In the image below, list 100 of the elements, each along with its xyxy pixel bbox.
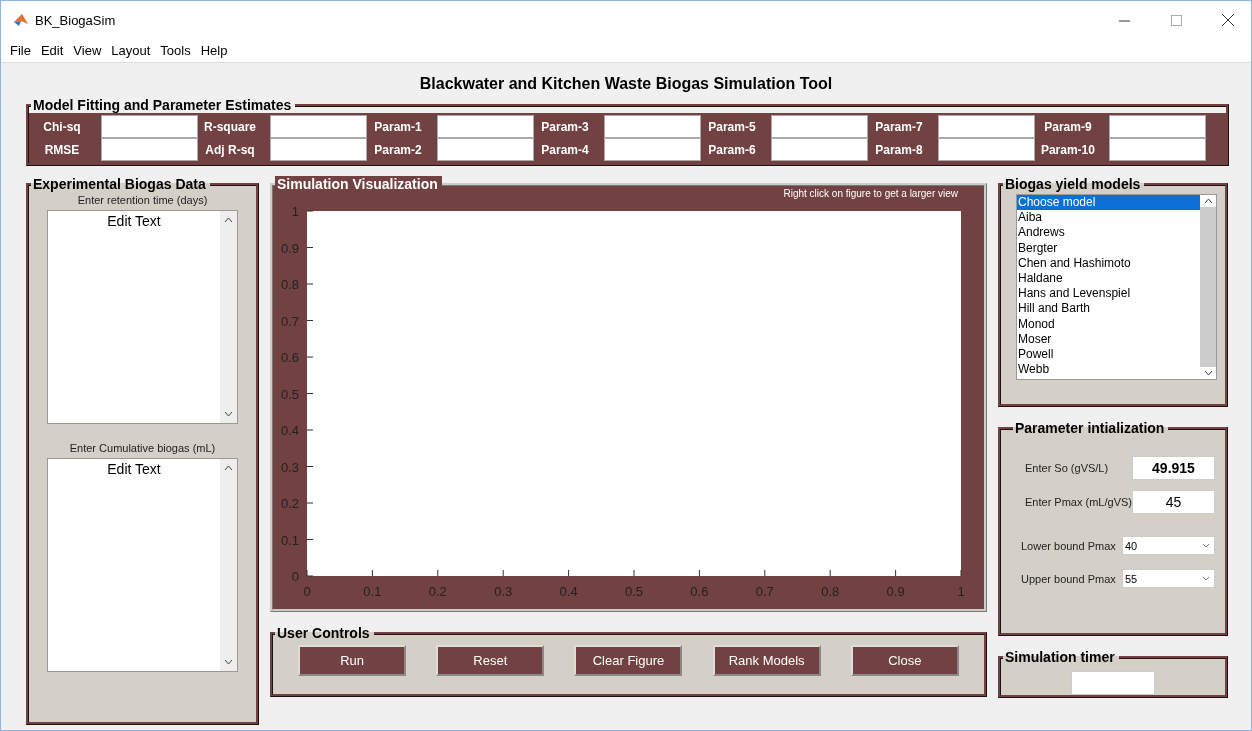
y-tick-label: 0.6 [280,350,299,365]
field-label: Param-9 [1043,119,1093,134]
model-list[interactable]: Choose model Aiba Andrews Bergter Chen and Hashimoto Haldane Hans and Levenspiel Hill and Barth Monod Moser Powell Webb [1016,194,1217,380]
x-tick [502,569,504,577]
x-tick [829,569,831,577]
action-button[interactable]: Reset [436,645,545,676]
y-tick [306,539,314,540]
field-label: Chi-sq [42,119,82,134]
y-tick-label: 0.3 [280,459,299,475]
field-label: Lower bound Pmax [1020,539,1116,552]
input-field[interactable]: 45 [1132,490,1215,514]
list-item[interactable]: Webb [1017,362,1200,378]
list-item[interactable]: Hill and Barth [1017,301,1200,317]
input-field[interactable] [437,115,534,138]
y-tick-label: 0.9 [280,240,299,256]
list-item[interactable]: Choose model [1017,195,1200,211]
x-tick [306,569,308,577]
menu-item[interactable]: View [68,43,107,58]
y-tick-label: 0.7 [280,313,299,329]
x-tick-label: 0.7 [755,584,774,599]
input-field[interactable]: 49.915 [1132,456,1215,480]
field-label: Enter Cumulative biogas (mL) [69,442,216,454]
hint-text: Right click on figure to get a larger view [782,188,959,199]
menu-item[interactable]: Help [195,43,233,58]
input-field[interactable] [770,138,868,161]
input-field[interactable] [437,138,534,161]
panel-title: User Controls [276,625,371,641]
scroll-up-icon [224,217,233,223]
text-area[interactable]: Edit Text [47,210,238,424]
field-label: RMSE [43,142,81,157]
dropdown[interactable]: 40 [1122,536,1215,555]
field-label: Param-8 [874,142,924,157]
menu-item[interactable]: Edit [35,43,69,58]
list-item[interactable]: Haldane [1017,270,1200,287]
timer-field[interactable] [1071,671,1155,695]
y-tick [306,466,314,467]
y-tick-label: 0.5 [280,386,299,402]
y-tick-label: 0.1 [280,532,299,548]
panel-title: Experimental Biogas Data [32,176,207,192]
x-tick [895,569,897,577]
action-button[interactable]: Rank Models [712,645,821,676]
close-icon [1222,14,1234,26]
caret-icon [1202,576,1210,581]
panel-title: Simulation timer [1004,649,1116,665]
field-label: Param-7 [874,119,924,134]
list-item[interactable]: Moser [1017,331,1200,347]
input-field[interactable] [770,115,868,138]
field-label: Param-5 [707,119,757,134]
y-tick [306,320,314,321]
action-button[interactable]: Run [298,645,407,676]
x-tick [764,569,766,577]
input-field[interactable] [937,115,1035,138]
field-label: Enter retention time (days) [77,194,208,206]
x-tick [568,569,570,577]
list-item[interactable]: Powell [1017,346,1200,363]
menu-item[interactable]: Tools [155,43,196,58]
input-field[interactable] [270,115,367,138]
field-label: Param-3 [540,119,590,134]
action-button[interactable]: Clear Figure [574,645,683,676]
list-item[interactable]: Aiba [1017,210,1200,226]
action-button[interactable]: Close [850,645,959,676]
y-tick [306,210,314,212]
scroll-down-icon [1203,370,1213,376]
panel-title: Model Fitting and Parameter Estimates [32,97,293,113]
list-item[interactable]: Chen and Hashimoto [1017,255,1200,271]
y-tick [306,429,314,431]
panel-title: Simulation Visualization [275,176,442,192]
list-item[interactable]: Hans and Levenspiel [1017,286,1200,302]
x-tick [633,569,635,577]
text-area[interactable]: Edit Text [47,458,238,672]
input-field[interactable] [603,115,701,138]
menu-item[interactable]: Layout [106,43,156,58]
x-tick-label: 1 [957,584,965,599]
input-field[interactable] [101,115,198,138]
x-tick-label: 0 [303,584,311,599]
y-tick [306,393,314,394]
input-field[interactable] [270,138,367,161]
x-tick [698,569,700,577]
y-tick [306,575,314,577]
menu-item[interactable]: File [5,43,36,58]
input-field[interactable] [937,138,1035,161]
input-field[interactable] [603,138,701,161]
dropdown[interactable]: 55 [1122,569,1215,588]
x-tick-label: 0.9 [886,584,905,599]
field-label: Param-10 [1040,142,1095,157]
x-tick-label: 0.8 [821,584,840,599]
input-field[interactable] [1108,138,1206,161]
list-item[interactable]: Andrews [1017,225,1200,241]
scroll-down-icon [224,411,233,417]
input-field[interactable] [101,138,198,161]
field-label: Param-4 [540,142,590,157]
field-label: Adj R-sq [204,142,256,157]
list-item[interactable]: Bergter [1017,240,1200,256]
y-tick-label: 0.4 [280,423,299,438]
y-tick [306,283,314,285]
field-label: Upper bound Pmax [1020,572,1116,585]
field-label: Enter Pmax (mL/gVS) [1024,496,1132,508]
input-field[interactable] [1108,115,1206,138]
list-item[interactable]: Monod [1017,316,1200,332]
y-tick [306,356,314,358]
